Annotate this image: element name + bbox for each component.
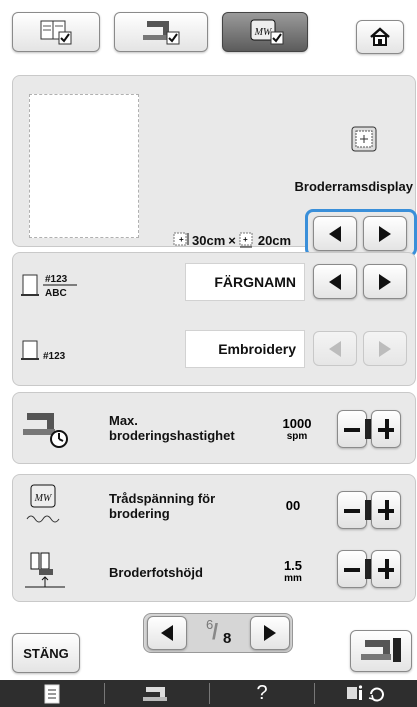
hoop-display-title: Broderramsdisplay <box>294 179 414 194</box>
foot-height-plus-button[interactable] <box>371 550 401 588</box>
thread-tension-icon: MW <box>26 484 60 523</box>
foot-height-stepper <box>337 550 401 588</box>
sewing-speed-icon <box>23 413 68 448</box>
thread-brand-value: Embroidery <box>185 330 305 368</box>
max-speed-label-line1: Max. <box>109 413 138 428</box>
sewing-machine-icon <box>143 686 167 701</box>
tab-general-settings[interactable] <box>12 12 100 52</box>
color-name-icon-top: #123 <box>45 274 68 285</box>
svg-text:+: + <box>243 235 248 244</box>
width-indicator-icon: + <box>173 232 189 246</box>
thread-brand-icon-label: #123 <box>43 351 66 362</box>
thread-color-name-icon: #123 ABC <box>21 274 77 299</box>
left-arrow-icon <box>329 225 341 242</box>
left-arrow-icon <box>161 625 173 641</box>
page-total: 8 <box>223 630 232 647</box>
hoop-display-prev-button[interactable] <box>313 216 357 251</box>
machine-info-button[interactable] <box>105 680 209 707</box>
foot-height-minus-button[interactable] <box>337 550 367 588</box>
tab-sewing-settings[interactable] <box>114 12 208 52</box>
left-arrow-icon <box>329 340 341 357</box>
color-name-prev-button[interactable] <box>313 264 357 299</box>
tension-plus-button[interactable] <box>371 491 401 529</box>
max-speed-label-line2: broderingshastighet <box>109 428 235 443</box>
foot-height-value: 1.5 <box>283 558 303 573</box>
color-name-next-button[interactable] <box>363 264 407 299</box>
tension-label-line2: brodering <box>109 506 170 521</box>
bottom-toolbar: ? <box>0 680 417 707</box>
hoop-preview <box>29 94 139 238</box>
question-mark-icon: ? <box>256 682 268 704</box>
close-button[interactable]: STÄNG <box>12 633 80 673</box>
hoop-display-next-button[interactable] <box>363 216 407 251</box>
svg-text:+: + <box>179 235 184 244</box>
svg-text:MW: MW <box>34 493 53 504</box>
tension-minus-button[interactable] <box>337 491 367 529</box>
max-speed-label: Max. broderingshastighet <box>109 413 235 443</box>
svg-text:MW: MW <box>254 27 273 38</box>
sewing-machine-icon <box>361 638 401 662</box>
foot-height-unit: mm <box>284 573 302 584</box>
max-speed-plus-button[interactable] <box>371 410 401 448</box>
settings-button[interactable] <box>315 680 417 707</box>
thread-brand-icon: #123 <box>21 340 66 362</box>
close-button-label: STÄNG <box>23 645 69 661</box>
manual-button[interactable] <box>0 680 104 707</box>
color-name-icon-bottom: ABC <box>45 288 67 299</box>
page-prev-button[interactable] <box>147 616 187 650</box>
right-arrow-icon <box>379 340 391 357</box>
foot-height-label: Broderfotshöjd <box>109 565 203 580</box>
hoop-frame-icon <box>351 126 377 152</box>
thread-brand-prev-button[interactable] <box>313 331 357 366</box>
book-check-icon <box>40 20 72 45</box>
color-name-value: FÄRGNAMN <box>185 263 305 301</box>
max-speed-minus-button[interactable] <box>337 410 367 448</box>
tension-label: Trådspänning för brodering <box>109 491 215 521</box>
max-speed-unit: spm <box>286 431 308 442</box>
thread-brand-next-button[interactable] <box>363 331 407 366</box>
home-button[interactable] <box>356 20 404 54</box>
hoop-width-value: 30cm <box>192 232 226 248</box>
right-arrow-icon <box>264 625 276 641</box>
home-icon <box>370 27 390 46</box>
page-slash: / <box>212 619 219 644</box>
hoop-times-sign: × <box>228 232 236 248</box>
sewing-machine-check-icon <box>143 21 180 45</box>
left-arrow-icon <box>329 273 341 290</box>
help-button[interactable]: ? <box>210 680 314 707</box>
max-speed-stepper <box>337 410 401 448</box>
presser-foot-height-icon <box>25 552 65 588</box>
max-speed-value: 1000 <box>282 416 312 431</box>
right-arrow-icon <box>379 273 391 290</box>
height-indicator-icon: + <box>239 232 253 248</box>
document-icon <box>44 684 60 703</box>
tension-stepper <box>337 491 401 529</box>
machine-view-button[interactable] <box>350 630 412 672</box>
embroidery-hoop-check-icon: MW <box>250 19 284 45</box>
page-next-button[interactable] <box>250 616 290 650</box>
page-indicator: 6 / 8 <box>192 617 246 651</box>
tension-label-line1: Trådspänning för <box>109 491 216 506</box>
right-arrow-icon <box>379 225 391 242</box>
hoop-size-readout: + 30cm × + 20cm <box>173 232 291 248</box>
settings-info-icon <box>347 684 384 701</box>
tab-embroidery-settings[interactable]: MW <box>222 12 308 52</box>
tension-value: 00 <box>285 498 301 513</box>
hoop-height-value: 20cm <box>257 232 292 248</box>
